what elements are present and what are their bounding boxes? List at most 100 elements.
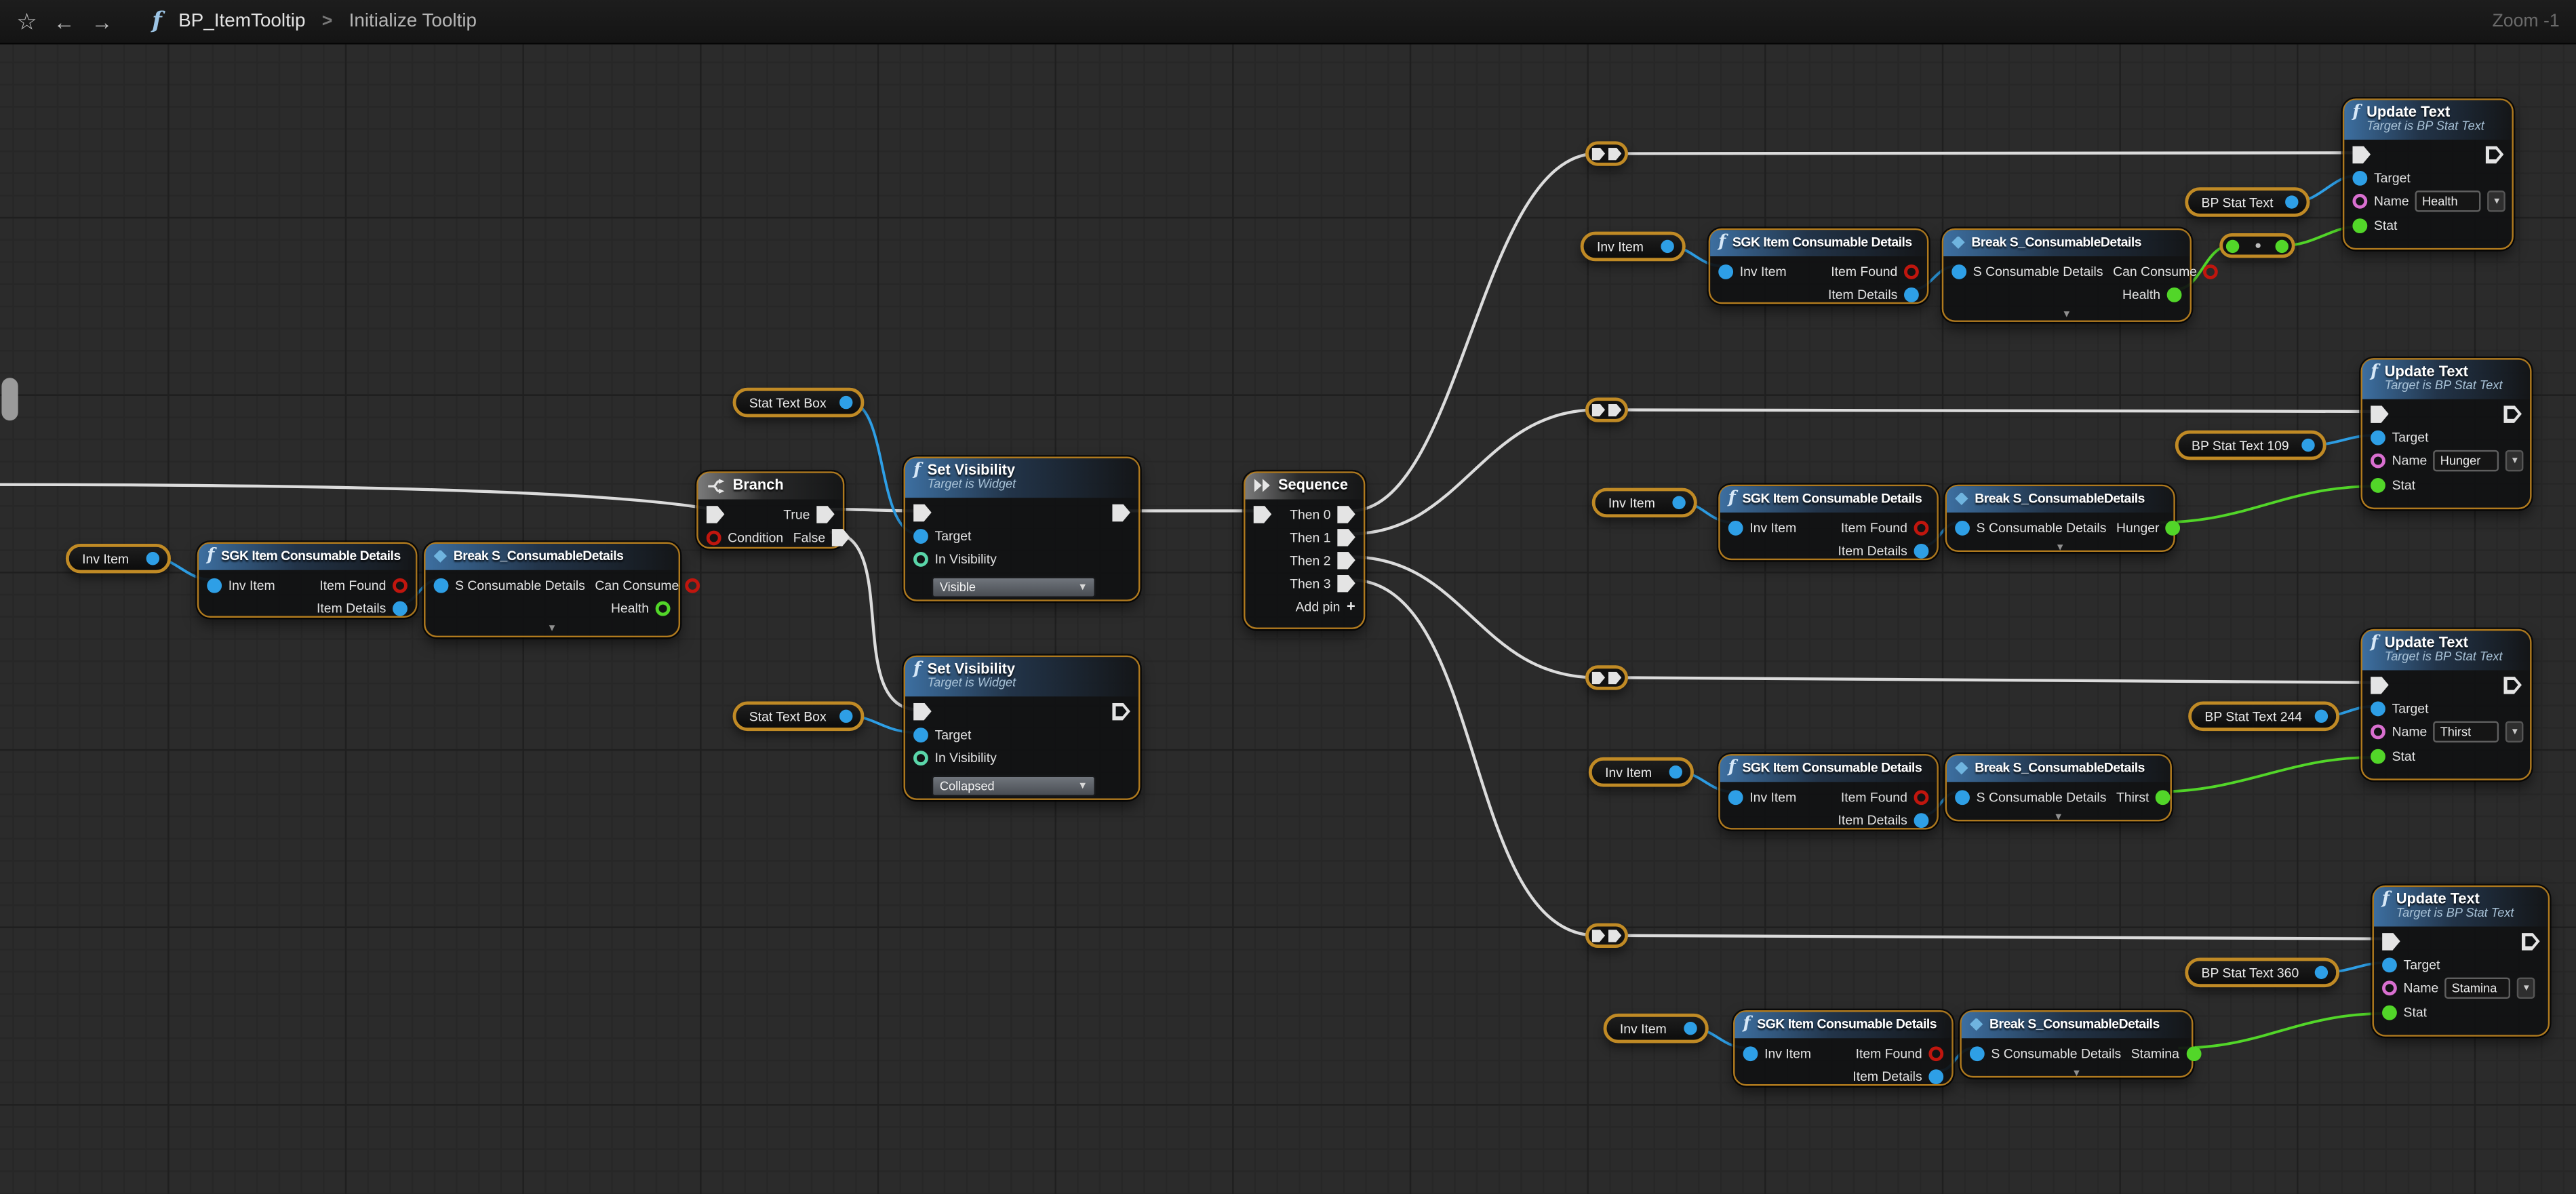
pin-can-consume[interactable]: Can Consume: [595, 578, 700, 593]
wire-exec-then2-reroute3[interactable]: [1351, 557, 1597, 677]
pin-then-3[interactable]: Then 3: [1290, 574, 1355, 593]
pin-thirst[interactable]: Thirst: [2116, 789, 2171, 804]
node-set-visibility-visible[interactable]: f Set Visibility Target is Widget Target…: [904, 457, 1141, 601]
object-pin-icon[interactable]: [2301, 439, 2314, 452]
pin-exec-in[interactable]: [1254, 505, 1272, 523]
node-update-text-thirst[interactable]: f Update Text Target is BP Stat Text Tar…: [2361, 629, 2532, 780]
breadcrumb-function[interactable]: Initialize Tooltip: [349, 12, 477, 31]
object-pin-icon[interactable]: [1672, 496, 1685, 509]
pin-exec-out[interactable]: [2503, 405, 2522, 423]
pin-name[interactable]: Name Hunger ▼: [2371, 450, 2524, 471]
pin-item-found[interactable]: Item Found: [1831, 264, 1919, 279]
node-sequence[interactable]: Sequence Then 0 Then 1 Then 2 Then 3 Add…: [1244, 471, 1365, 629]
reroute-node-exec[interactable]: [1585, 923, 1628, 948]
name-dropdown-button[interactable]: ▼: [2518, 978, 2536, 999]
reroute-node-float[interactable]: [2219, 233, 2295, 258]
name-dropdown-button[interactable]: ▼: [2506, 721, 2524, 742]
pin-true[interactable]: True: [783, 505, 834, 523]
pin-item-details[interactable]: Item Details: [1852, 1069, 1943, 1083]
variable-node-inv-item[interactable]: Inv Item: [1592, 488, 1697, 518]
pin-exec-in[interactable]: [1592, 147, 1605, 160]
reroute-node-exec[interactable]: [1585, 141, 1628, 165]
name-value-field[interactable]: Hunger: [2434, 450, 2499, 471]
node-sgk-item-consumable-details[interactable]: f SGK Item Consumable Details Inv Item I…: [197, 542, 418, 618]
wire-stamina-stat4[interactable]: [2179, 1014, 2385, 1048]
expand-pins-button[interactable]: ▼: [1943, 311, 2189, 323]
node-set-visibility-collapsed[interactable]: f Set Visibility Target is Widget Target…: [904, 656, 1141, 800]
object-pin-icon[interactable]: [839, 396, 852, 409]
pin-s-consumable-details[interactable]: S Consumable Details: [1951, 264, 2103, 279]
pin-in-visibility[interactable]: In Visibility: [913, 551, 997, 566]
pin-target[interactable]: Target: [913, 528, 971, 543]
name-dropdown-button[interactable]: ▼: [2506, 450, 2524, 471]
pin-name[interactable]: Name Health ▼: [2352, 191, 2505, 212]
pin-item-found[interactable]: Item Found: [1841, 789, 1929, 804]
vertical-scrollbar-thumb[interactable]: [1, 378, 18, 420]
object-pin-icon[interactable]: [2315, 966, 2328, 979]
pin-exec-out[interactable]: [2522, 932, 2540, 951]
variable-node-bp-stat-text[interactable]: BP Stat Text: [2185, 187, 2310, 217]
graph-canvas[interactable]: Inv Item f SGK Item Consumable Details I…: [0, 44, 2576, 1194]
pin-exec-in[interactable]: [913, 504, 932, 522]
name-value-field[interactable]: Health: [2415, 191, 2481, 212]
pin-s-consumable-details[interactable]: S Consumable Details: [434, 578, 585, 593]
pin-stat[interactable]: Stat: [2382, 1005, 2427, 1020]
pin-target[interactable]: Target: [2382, 957, 2440, 972]
pin-inv-item[interactable]: Inv Item: [1718, 264, 1786, 279]
wire-exec-then3-reroute4[interactable]: [1351, 580, 1597, 936]
favorite-star-icon[interactable]: ☆: [16, 7, 37, 35]
wire-hunger-stat2[interactable]: [2160, 486, 2374, 522]
pin-target[interactable]: Target: [913, 727, 971, 742]
breadcrumb-blueprint[interactable]: BP_ItemTooltip: [178, 12, 305, 31]
pin-exec-in[interactable]: [707, 505, 725, 523]
variable-node-inv-item[interactable]: Inv Item: [66, 544, 171, 574]
back-button[interactable]: ←: [54, 9, 75, 33]
variable-node-stat-text-box[interactable]: Stat Text Box: [733, 702, 865, 732]
pin-hunger[interactable]: Hunger: [2116, 520, 2181, 535]
pin-health[interactable]: Health: [2122, 287, 2182, 302]
object-pin-icon[interactable]: [2315, 710, 2328, 723]
pin-exec-out[interactable]: [1608, 403, 1621, 416]
pin-health[interactable]: Health: [611, 601, 671, 616]
pin-item-details[interactable]: Item Details: [1838, 812, 1929, 827]
variable-node-inv-item[interactable]: Inv Item: [1589, 757, 1694, 787]
name-dropdown-button[interactable]: ▼: [2488, 191, 2506, 212]
pin-exec-in[interactable]: [913, 702, 932, 721]
pin-name[interactable]: Name Stamina ▼: [2382, 978, 2535, 999]
wire-thirst-stat3[interactable]: [2157, 757, 2374, 792]
node-update-text-health[interactable]: f Update Text Target is BP Stat Text Tar…: [2343, 98, 2514, 250]
variable-node-bp-stat-text-109[interactable]: BP Stat Text 109: [2175, 431, 2326, 460]
variable-node-bp-stat-text-360[interactable]: BP Stat Text 360: [2185, 957, 2339, 987]
pin-exec-in[interactable]: [1592, 671, 1605, 684]
node-break-consumable-details[interactable]: Break S_ConsumableDetails S Consumable D…: [1960, 1010, 2193, 1077]
node-update-text-hunger[interactable]: f Update Text Target is BP Stat Text Tar…: [2361, 358, 2532, 509]
reroute-node-exec[interactable]: [1585, 665, 1628, 690]
forward-button[interactable]: →: [92, 9, 113, 33]
reroute-node-exec[interactable]: [1585, 397, 1628, 422]
object-pin-icon[interactable]: [1684, 1022, 1697, 1035]
wire-exec-then1-reroute2[interactable]: [1351, 410, 1597, 534]
node-sgk-item-consumable-details[interactable]: fSGK Item Consumable Details Inv Item It…: [1733, 1010, 1954, 1086]
pin-inv-item[interactable]: Inv Item: [1728, 789, 1796, 804]
object-pin-icon[interactable]: [1661, 240, 1673, 253]
pin-then-0[interactable]: Then 0: [1290, 505, 1355, 523]
node-sgk-item-consumable-details[interactable]: fSGK Item Consumable Details Inv Item It…: [1718, 485, 1939, 560]
pin-stat[interactable]: Stat: [2352, 218, 2397, 233]
pin-item-found[interactable]: Item Found: [1856, 1046, 1944, 1060]
node-break-consumable-details[interactable]: Break S_ConsumableDetails S Consumable D…: [1945, 754, 2172, 821]
pin-can-consume[interactable]: Can Consume: [2113, 264, 2218, 279]
wire-exec-reroute4-update4[interactable]: [1617, 936, 2385, 939]
pin-exec-out[interactable]: [1608, 671, 1621, 684]
pin-exec-in[interactable]: [1592, 929, 1605, 942]
add-pin-button[interactable]: Add pin+: [1296, 598, 1355, 614]
variable-node-inv-item[interactable]: Inv Item: [1604, 1014, 1709, 1043]
wire-exec-reroute2-update2[interactable]: [1617, 410, 2374, 411]
variable-node-inv-item[interactable]: Inv Item: [1581, 232, 1686, 262]
wire-exec-reroute3-update3[interactable]: [1617, 677, 2374, 682]
pin-exec-in[interactable]: [1592, 403, 1605, 416]
object-pin-icon[interactable]: [146, 552, 159, 565]
pin-in-visibility[interactable]: In Visibility: [913, 750, 997, 765]
node-sgk-item-consumable-details[interactable]: fSGK Item Consumable Details Inv Item It…: [1709, 228, 1929, 304]
expand-pins-button[interactable]: ▼: [1962, 1069, 2192, 1082]
object-pin-icon[interactable]: [1669, 765, 1682, 778]
